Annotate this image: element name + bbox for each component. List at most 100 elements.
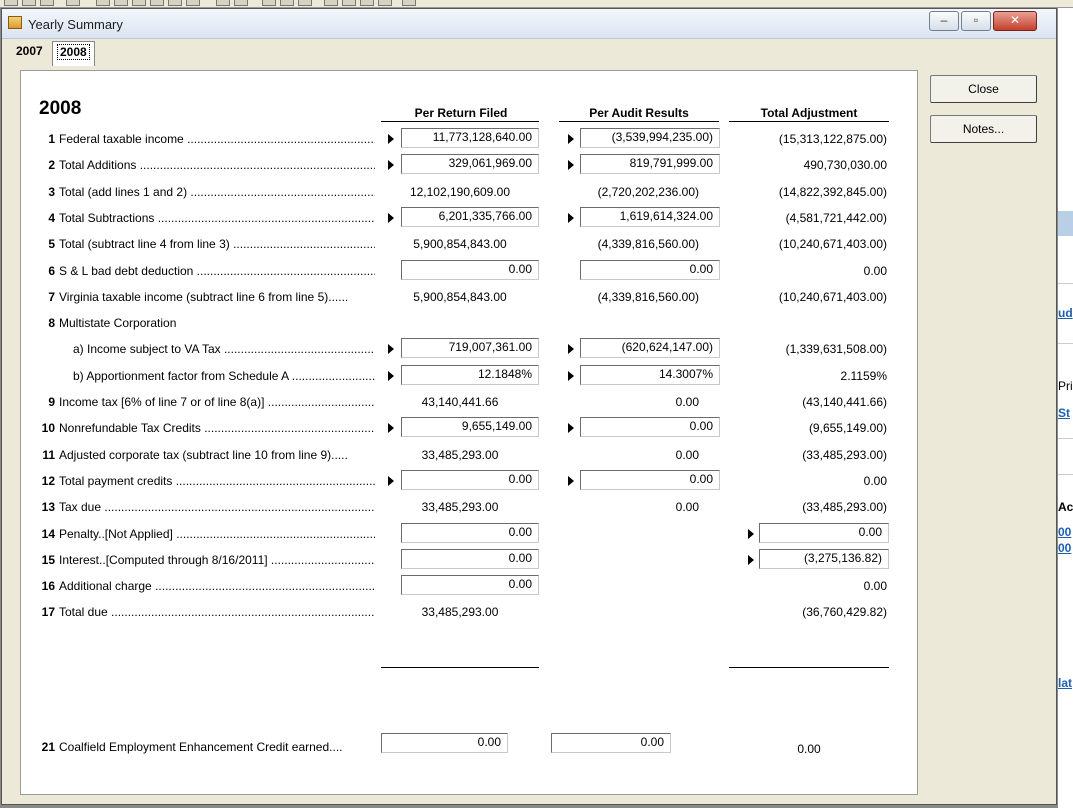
filed-value-field[interactable]: 0.00	[401, 549, 539, 569]
filed-value: 33,485,293.00	[421, 448, 499, 462]
toolbar-button[interactable]	[150, 0, 164, 6]
toolbar-button[interactable]	[114, 0, 128, 6]
filed-value-field[interactable]: 12.1848%	[401, 365, 539, 385]
background-header-band	[1058, 211, 1073, 236]
tab-2007[interactable]: 2007	[12, 41, 47, 63]
toolbar-button[interactable]	[280, 0, 294, 6]
tab-label: 2008	[57, 44, 90, 60]
tab-2008[interactable]: 2008	[52, 41, 95, 66]
filed-value-field[interactable]: 9,655,149.00	[401, 417, 539, 437]
background-link[interactable]: 00	[1058, 525, 1071, 539]
toolbar-button[interactable]	[186, 0, 200, 6]
close-button-label: Close	[968, 82, 999, 96]
toolbar-button[interactable]	[40, 0, 54, 6]
adjustment-value: (1,339,631,508.00)	[785, 342, 887, 356]
summary-row: 17 Total due 33,485,293.00 (36,760,429.82)	[21, 598, 917, 624]
adjustment-value: (33,485,293.00)	[802, 500, 887, 514]
background-link[interactable]: St	[1058, 406, 1070, 420]
close-button[interactable]: Close	[930, 75, 1037, 103]
notes-button[interactable]: Notes...	[930, 115, 1037, 143]
title-bar[interactable]: Yearly Summary – ▫ ✕	[2, 9, 1056, 39]
toolbar-button[interactable]	[402, 0, 416, 6]
filed-value-field[interactable]: 0.00	[401, 575, 539, 595]
toolbar-button[interactable]	[324, 0, 338, 6]
toolbar-button[interactable]	[66, 0, 80, 6]
adjustment-value: 490,730,030.00	[803, 158, 887, 172]
adjustment-value: (43,140,441.66)	[802, 395, 887, 409]
filed-value-field[interactable]: 329,061,969.00	[401, 154, 539, 174]
summary-row: 8 Multistate Corporation	[21, 309, 917, 335]
header-underline	[729, 121, 889, 122]
line-label: Total (add lines 1 and 2)	[59, 185, 375, 200]
line-number: 1	[48, 132, 55, 146]
adjustment-value: (33,485,293.00)	[802, 448, 887, 462]
filed-value-field[interactable]: 11,773,128,640.00	[401, 128, 539, 148]
summary-row: 4 Total Subtractions 6,201,335,766.00 1,61…	[21, 204, 917, 230]
toolbar-button[interactable]	[168, 0, 182, 6]
toolbar-button[interactable]	[234, 0, 248, 6]
line-number: 12	[41, 474, 55, 488]
filed-value-field[interactable]: 719,007,361.00	[401, 338, 539, 358]
maximize-button[interactable]: ▫	[961, 11, 991, 31]
maximize-icon: ▫	[973, 13, 979, 27]
audit-value-field[interactable]: 0.00	[580, 260, 720, 280]
adjustment-value: (14,822,392,845.00)	[778, 185, 887, 199]
filed-value: 33,485,293.00	[421, 605, 499, 619]
toolbar-button[interactable]	[96, 0, 110, 6]
toolbar-button[interactable]	[216, 0, 230, 6]
filed-value-field[interactable]: 0.00	[401, 260, 539, 280]
pointer-arrow-icon	[568, 213, 574, 223]
total-line	[381, 667, 539, 668]
pointer-arrow-icon	[748, 555, 754, 565]
audit-value-field[interactable]: (3,539,994,235.00)	[580, 128, 720, 148]
filed-value-field[interactable]: 0.00	[401, 470, 539, 490]
pointer-arrow-icon	[388, 344, 394, 354]
background-link[interactable]: lat	[1058, 676, 1072, 690]
adjustment-value-field[interactable]: 0.00	[759, 523, 889, 543]
toolbar-button[interactable]	[4, 0, 18, 6]
line-label: Nonrefundable Tax Credits	[59, 421, 375, 436]
background-window: ud Pri St Ac 00 00 lat	[1058, 8, 1073, 808]
line-number: 13	[41, 500, 55, 514]
line-label: a) Income subject to VA Tax	[73, 342, 375, 357]
filed-value-field[interactable]: 6,201,335,766.00	[401, 207, 539, 227]
credit-audit-field[interactable]: 0.00	[551, 733, 671, 753]
toolbar-button[interactable]	[378, 0, 392, 6]
pointer-arrow-icon	[388, 371, 394, 381]
toolbar-button[interactable]	[22, 0, 36, 6]
adjustment-value-field[interactable]: (3,275,136.82)	[759, 549, 889, 569]
background-link[interactable]: ud	[1058, 306, 1073, 320]
line-label: Total (subtract line 4 from line 3)	[59, 237, 375, 252]
adjustment-value: (9,655,149.00)	[808, 421, 887, 435]
audit-value-field[interactable]: 1,619,614,324.00	[580, 207, 720, 227]
close-window-button[interactable]: ✕	[993, 11, 1037, 31]
header-underline	[381, 121, 539, 122]
audit-value-field[interactable]: 14.3007%	[580, 365, 720, 385]
line-label: Income tax [6% of line 7 or of line 8(a)…	[59, 395, 375, 410]
divider	[1058, 438, 1073, 439]
pointer-arrow-icon	[748, 529, 754, 539]
audit-value-field[interactable]: 819,791,999.00	[580, 154, 720, 174]
audit-value-field[interactable]: (620,624,147.00)	[580, 338, 720, 358]
pointer-arrow-icon	[568, 476, 574, 486]
toolbar-button[interactable]	[262, 0, 276, 6]
audit-value-field[interactable]: 0.00	[580, 417, 720, 437]
background-link[interactable]: 00	[1058, 541, 1071, 555]
audit-value: (2,720,202,236.00)	[597, 185, 699, 199]
toolbar-button[interactable]	[132, 0, 146, 6]
filed-value-field[interactable]: 0.00	[401, 523, 539, 543]
filed-value: 5,900,854,843.00	[413, 290, 507, 304]
pointer-arrow-icon	[568, 160, 574, 170]
toolbar-button[interactable]	[360, 0, 374, 6]
window-title: Yearly Summary	[28, 17, 123, 32]
line-label: Total due	[59, 605, 375, 620]
audit-value-field[interactable]: 0.00	[580, 470, 720, 490]
summary-row: 13 Tax due 33,485,293.00 0.00 (33,485,293.0…	[21, 493, 917, 519]
pointer-arrow-icon	[388, 476, 394, 486]
toolbar-button[interactable]	[298, 0, 312, 6]
minimize-button[interactable]: –	[929, 11, 959, 31]
column-header-adjust: Total Adjustment	[760, 106, 858, 120]
credit-filed-field[interactable]: 0.00	[381, 733, 508, 753]
toolbar-button[interactable]	[342, 0, 356, 6]
pointer-arrow-icon	[388, 160, 394, 170]
